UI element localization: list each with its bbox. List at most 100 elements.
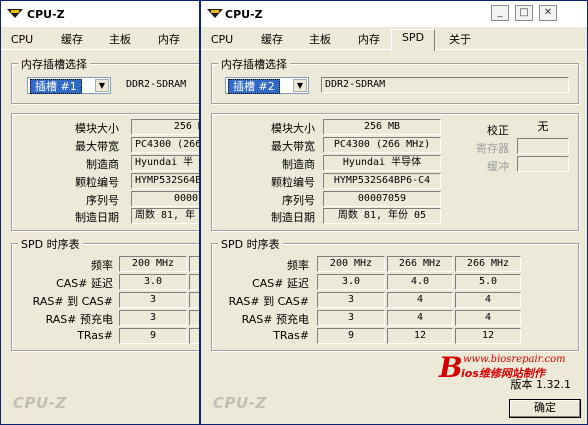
slot-select[interactable]: 插槽 #1 ▼: [27, 77, 111, 94]
slot-group-title: 内存插槽选择: [218, 56, 290, 72]
spd-col2-stub: [189, 328, 199, 344]
watermark-url: www.biosrepair.com: [463, 354, 566, 365]
spd-col2-cas: 4.0: [387, 274, 453, 290]
module-size-label: 模块大小: [271, 122, 315, 135]
module-size-label: 模块大小: [75, 122, 119, 135]
tab-spd[interactable]: SPD: [391, 29, 435, 51]
spd-col1-cas: 3.0: [119, 274, 187, 290]
spd-col2-tras: 12: [387, 328, 453, 344]
title-bar[interactable]: CPU-Z: [1, 1, 199, 27]
tab-strip: CPU 缓存 主板 内存: [1, 29, 199, 50]
tab-mainboard[interactable]: 主板: [105, 32, 135, 49]
manufacture-date-label: 制造日期: [271, 211, 315, 224]
spd-col1-ras-precharge: 3: [119, 310, 187, 326]
spd-col3-ras-cas: 4: [455, 292, 521, 308]
serial-number-label: 序列号: [86, 194, 119, 207]
cpuz-window-left: CPU-Z CPU 缓存 主板 内存 内存插槽选择 插槽 #1 ▼ DDR2-S…: [0, 0, 200, 425]
spd-col1-tras: 9: [317, 328, 385, 344]
tab-memory[interactable]: 内存: [353, 32, 385, 49]
tab-memory[interactable]: 内存: [153, 32, 185, 49]
cpuz-logo-accent: [11, 10, 19, 13]
close-button[interactable]: ✕: [539, 5, 557, 21]
spd-col1-frequency: 200 MHz: [317, 256, 385, 272]
manufacturer-value: Hyundai 半: [131, 155, 199, 171]
spd-frequency-label: 频率: [91, 259, 113, 272]
watermark-initial: B: [439, 351, 463, 384]
chevron-down-icon[interactable]: ▼: [95, 79, 109, 92]
registered-label: 寄存器: [476, 142, 509, 155]
spd-col2-ras-precharge: 4: [387, 310, 453, 326]
serial-number-label: 序列号: [282, 194, 315, 207]
spd-col1-cas: 3.0: [317, 274, 385, 290]
tab-cpu[interactable]: CPU: [207, 32, 237, 49]
max-bandwidth-value: PC4300 (266 MHz): [323, 137, 441, 153]
spd-cas-label: CAS# 延迟: [56, 277, 113, 290]
tab-about[interactable]: 关于: [445, 32, 475, 49]
ok-button[interactable]: 确定: [509, 399, 581, 418]
cpuz-window-right: CPU-Z _ □ ✕ CPU 缓存 主板 内存 SPD 关于 内存插槽选择 插…: [200, 0, 588, 425]
ecc-value: 无: [517, 120, 569, 136]
cpuz-logo-accent: [211, 10, 219, 13]
spd-col3-cas: 5.0: [455, 274, 521, 290]
manufacture-date-value: 周数 81, 年份 05: [323, 208, 441, 224]
spd-col2-stub: [189, 310, 199, 326]
part-number-value: HYMP532S64BP6-C4: [323, 173, 441, 189]
serial-number-value: 00007: [131, 191, 199, 207]
spd-col1-ras-cas: 3: [317, 292, 385, 308]
spd-col3-ras-precharge: 4: [455, 310, 521, 326]
minimize-button[interactable]: _: [491, 5, 509, 21]
footer-logo: CPU-Z: [213, 394, 267, 412]
manufacturer-label: 制造商: [86, 158, 119, 171]
restore-button[interactable]: □: [515, 5, 533, 21]
window-title: CPU-Z: [27, 8, 65, 21]
module-size-value: 256 MB: [323, 119, 441, 135]
manufacturer-value: Hyundai 半导体: [323, 155, 441, 171]
spd-group-title: SPD 时序表: [218, 236, 283, 252]
spd-ras-precharge-label: RAS# 预充电: [241, 313, 309, 326]
spd-ras-cas-label: RAS# 到 CAS#: [228, 295, 309, 308]
spd-cas-label: CAS# 延迟: [252, 277, 309, 290]
spd-col2-ras-cas: 4: [387, 292, 453, 308]
buffered-value: [517, 156, 569, 172]
tab-cpu[interactable]: CPU: [7, 32, 37, 49]
part-number-label: 颗粒编号: [271, 176, 315, 189]
spd-col2-frequency: 266 MHz: [387, 256, 453, 272]
spd-col3-frequency: 266 MHz: [455, 256, 521, 272]
tab-strip: CPU 缓存 主板 内存 SPD 关于: [201, 29, 587, 51]
footer-logo: CPU-Z: [13, 394, 67, 412]
spd-tras-label: TRas#: [273, 329, 309, 342]
tab-cache[interactable]: 缓存: [57, 32, 87, 49]
spd-col1-ras-precharge: 3: [317, 310, 385, 326]
tab-mainboard[interactable]: 主板: [305, 32, 335, 49]
slot-select-value: 插槽 #2: [228, 79, 280, 94]
module-size-value: 256 MB: [131, 119, 199, 135]
spd-col2-stub: [189, 292, 199, 308]
spd-ras-cas-label: RAS# 到 CAS#: [32, 295, 113, 308]
part-number-label: 颗粒编号: [75, 176, 119, 189]
tab-cache[interactable]: 缓存: [257, 32, 287, 49]
max-bandwidth-value: PC4300 (266: [131, 137, 199, 153]
spd-col2-stub: [189, 274, 199, 290]
memory-type: DDR2-SDRAM: [321, 77, 569, 93]
manufacture-date-value: 周数 81, 年: [131, 208, 199, 224]
chevron-down-icon[interactable]: ▼: [293, 79, 307, 92]
spd-col1-frequency: 200 MHz: [119, 256, 187, 272]
serial-number-value: 00007059: [323, 191, 441, 207]
part-number-value: HYMP532S64B: [131, 173, 199, 189]
spd-tras-label: TRas#: [77, 329, 113, 342]
slot-select-value: 插槽 #1: [30, 79, 82, 94]
max-bandwidth-label: 最大带宽: [271, 140, 315, 153]
max-bandwidth-label: 最大带宽: [75, 140, 119, 153]
spd-frequency-label: 频率: [287, 259, 309, 272]
spd-col2-stub: [189, 256, 199, 272]
slot-group-title: 内存插槽选择: [18, 56, 90, 72]
window-title: CPU-Z: [225, 8, 263, 21]
title-bar[interactable]: CPU-Z _ □ ✕: [201, 1, 587, 27]
registered-value: [517, 138, 569, 154]
manufacturer-label: 制造商: [282, 158, 315, 171]
buffered-label: 缓冲: [487, 160, 509, 173]
spd-group-title: SPD 时序表: [18, 236, 83, 252]
slot-select[interactable]: 插槽 #2 ▼: [225, 77, 309, 94]
spd-ras-precharge-label: RAS# 预充电: [45, 313, 113, 326]
spd-col1-tras: 9: [119, 328, 187, 344]
